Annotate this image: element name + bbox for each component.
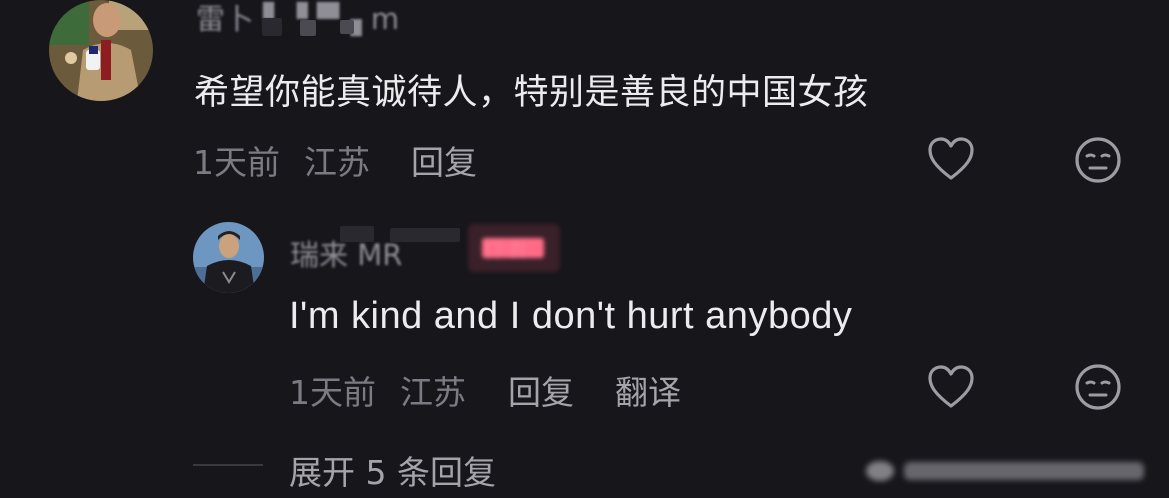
username-mask	[340, 20, 354, 34]
commenter-username-text: 雷卜 ▘▝ ▀▗ m	[196, 2, 400, 36]
heart-outline-icon	[928, 137, 974, 180]
comment-text: 希望你能真诚待人，特别是善良的中国女孩	[194, 73, 869, 113]
dislike-button[interactable]	[1073, 135, 1125, 187]
author-badge-text: 作者	[484, 238, 529, 263]
username-mask	[262, 18, 282, 36]
replier-username-text: 瑞来 MR	[290, 238, 403, 272]
reply-button[interactable]: 回复	[411, 136, 477, 184]
username-mask	[300, 20, 316, 36]
reply-text: I'm kind and I don't hurt anybody	[289, 295, 853, 337]
watermark	[860, 454, 1160, 488]
comment-time: 1天前	[193, 143, 280, 182]
expand-divider	[193, 464, 263, 466]
reply-time: 1天前	[289, 373, 376, 412]
heart-outline-icon	[928, 365, 974, 408]
translate-button[interactable]: 翻译	[615, 366, 681, 414]
replier-avatar[interactable]	[193, 222, 264, 293]
author-badge: 作者	[468, 224, 560, 272]
reply-dislike-button[interactable]	[1073, 362, 1125, 414]
commenter-avatar[interactable]	[49, 0, 153, 101]
commenter-username[interactable]: 雷卜 ▘▝ ▀▗ m	[196, 0, 399, 36]
reply-reply-button[interactable]: 回复	[508, 366, 574, 414]
like-button[interactable]	[925, 134, 977, 186]
reply-location: 江苏	[400, 373, 466, 412]
username-mask	[340, 226, 374, 242]
neutral-face-icon	[1075, 137, 1121, 183]
neutral-face-icon	[1075, 364, 1121, 410]
comment-location: 江苏	[304, 143, 370, 182]
expand-replies-button[interactable]: 展开 5 条回复	[289, 446, 496, 494]
username-mask	[390, 228, 460, 242]
reply-like-button[interactable]	[925, 362, 977, 414]
